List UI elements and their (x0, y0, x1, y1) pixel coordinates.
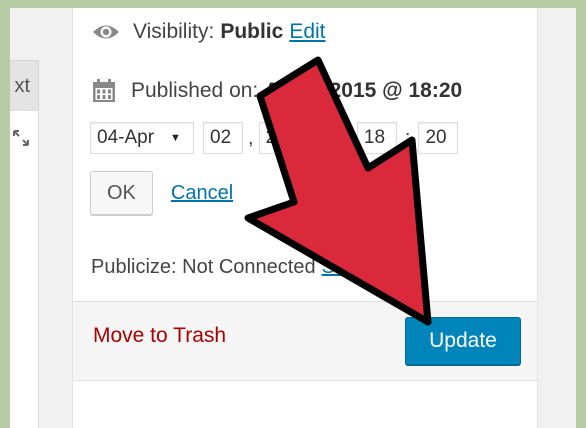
minute-input[interactable]: 20 (418, 122, 459, 154)
expand-icon[interactable] (12, 129, 30, 147)
publish-meta-box: Visibility: Public Edit Published on: Ap… (72, 8, 538, 386)
time-colon: : (404, 126, 411, 149)
update-button[interactable]: Update (405, 317, 521, 365)
visibility-label: Visibility: (133, 20, 215, 43)
date-actions-row: OK Cancel (90, 171, 233, 215)
month-select[interactable]: 04-Apr ▼ (90, 122, 194, 154)
date-at-sign: @ (331, 126, 352, 149)
editor-tab-label: xt (14, 75, 30, 97)
visibility-row: Visibility: Public Edit (91, 20, 326, 44)
major-publishing-actions: Move to Trash Update (73, 301, 537, 386)
year-input[interactable]: 2015 (258, 122, 327, 154)
day-input[interactable]: 02 (203, 122, 243, 154)
published-value: Apr 2, 2015 @ 18:20 (264, 79, 463, 102)
date-edit-row: 04-Apr ▼ 02 , 2015 @ 18 : 20 (90, 122, 459, 154)
hour-input[interactable]: 18 (356, 122, 397, 154)
month-select-value: 04-Apr (97, 127, 155, 148)
publicize-show-link[interactable]: Show (322, 256, 372, 279)
next-meta-box (72, 380, 538, 428)
wordpress-editor-screen: xt Visibility: Public Edit Published on:… (10, 8, 576, 428)
published-row: Published on: Apr 2, 2015 @ 18:20 (91, 78, 462, 104)
publicize-status: Publicize: Not Connected (91, 256, 316, 278)
eye-icon (93, 25, 119, 39)
date-comma: , (248, 126, 254, 149)
editor-content-area[interactable] (10, 110, 39, 428)
editor-tab-text[interactable]: xt (10, 60, 39, 112)
calendar-icon (93, 79, 115, 102)
cancel-link[interactable]: Cancel (171, 182, 233, 205)
ok-button[interactable]: OK (90, 171, 153, 215)
visibility-value: Public (220, 20, 284, 43)
visibility-edit-link[interactable]: Edit (289, 20, 325, 44)
move-to-trash-link[interactable]: Move to Trash (93, 324, 226, 348)
dropdown-caret-icon: ▼ (170, 132, 181, 144)
published-label: Published on: (131, 79, 259, 102)
publicize-row: Publicize: Not Connected Show (91, 256, 372, 279)
